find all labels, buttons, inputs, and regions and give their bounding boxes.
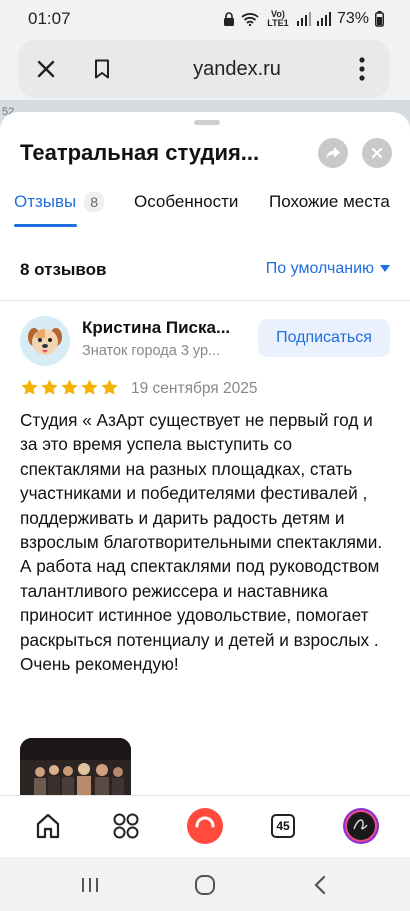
star-icon [81,379,98,395]
tab-count-badge: 8 [84,192,105,212]
alice-icon [187,808,223,844]
subscribe-button[interactable]: Подписаться [258,319,390,357]
lock-icon [223,11,235,27]
address-bar[interactable]: yandex.ru [130,58,334,81]
home-icon [36,813,60,839]
tab-reviews[interactable]: Отзывы 8 [14,192,105,212]
sheet-handle[interactable] [194,120,220,125]
review-date: 19 сентября 2025 [131,380,258,397]
dog-avatar-icon [28,328,62,355]
review-text: Студия « АзАрт существует не первый год … [20,410,383,675]
tabs-count-badge: 45 [271,814,295,838]
profile-button[interactable] [341,806,381,846]
status-bar: 01:07 Vo) LTE1 73% [0,0,410,38]
browser-bottom-bar: 45 [0,795,410,857]
close-card-button[interactable] [362,138,392,168]
battery-percent: 73% [336,10,369,27]
browser-toolbar: yandex.ru [18,40,390,98]
review-author[interactable]: Кристина Писка... [82,318,246,338]
sort-dropdown[interactable]: По умолчанию [266,260,390,278]
home-circle-icon [195,875,215,895]
services-button[interactable] [106,806,146,846]
battery-icon [375,11,384,27]
status-time: 01:07 [28,9,71,28]
profile-avatar-icon [343,808,379,844]
star-icon [61,379,78,395]
tab-label: Особенности [134,192,239,211]
home-system-button[interactable] [190,870,220,900]
star-icon [21,379,38,395]
tab-bar: Отзывы 8 Особенности Похожие места [0,188,410,228]
tab-features[interactable]: Особенности [134,192,238,212]
reviews-header: 8 отзывов По умолчанию [0,252,410,288]
sort-label: По умолчанию [265,260,374,277]
place-card-sheet: Театральная студия... Отзывы 8 Особеннос… [0,112,410,802]
avatar[interactable] [20,316,70,366]
star-icon [101,379,118,395]
reviews-count: 8 отзывов [20,260,107,279]
active-tab-indicator [14,224,77,227]
photo-thumbnail [20,738,131,802]
close-icon [37,60,55,78]
share-icon [326,147,340,159]
author-level: Знаток города 3 ур... [82,343,221,359]
close-icon [371,147,383,159]
tab-similar-places[interactable]: Похожие места [269,192,390,212]
place-title: Театральная студия... [20,140,260,165]
tab-label: Отзывы [14,192,77,211]
close-tab-button[interactable] [18,40,74,98]
star-rating [20,378,119,397]
tabs-button[interactable]: 45 [263,806,303,846]
star-icon [41,379,58,395]
share-button[interactable] [318,138,348,168]
home-button[interactable] [28,806,68,846]
system-navigation-bar [0,858,410,911]
bookmark-button[interactable] [74,40,130,98]
review-photo[interactable] [20,738,131,802]
grid-icon [113,813,139,839]
bookmark-icon [95,59,109,79]
divider [0,300,410,301]
signal-icon-2 [316,12,331,26]
back-chevron-icon [314,875,326,895]
recent-apps-icon [82,878,98,892]
back-button[interactable] [305,870,335,900]
alice-assistant-button[interactable] [185,806,225,846]
tab-label: Похожие места [269,192,390,211]
signal-icon [296,12,311,26]
more-vertical-icon [359,57,365,81]
caret-down-icon [380,265,390,272]
more-menu-button[interactable] [334,40,390,98]
recent-apps-button[interactable] [75,870,105,900]
status-icons: Vo) LTE1 73% [223,10,384,28]
wifi-icon [241,12,259,26]
network-label: Vo) LTE1 [267,9,289,28]
